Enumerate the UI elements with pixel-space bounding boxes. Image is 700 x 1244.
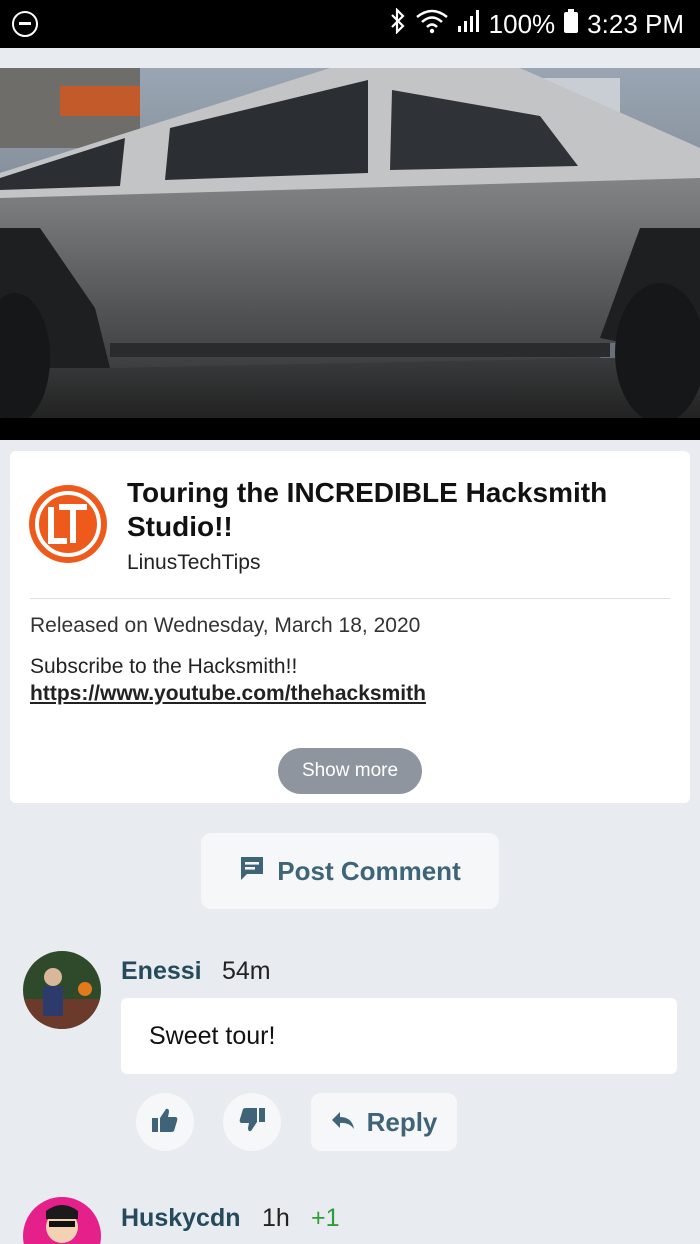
video-player[interactable] bbox=[0, 68, 700, 440]
post-comment-button[interactable]: Post Comment bbox=[201, 833, 499, 909]
battery-icon bbox=[563, 8, 579, 41]
description-link[interactable]: https://www.youtube.com/thehacksmith bbox=[30, 682, 426, 706]
thumbs-down-icon bbox=[238, 1107, 266, 1138]
reply-button[interactable]: Reply bbox=[311, 1093, 457, 1151]
signal-icon bbox=[457, 8, 481, 41]
avatar[interactable] bbox=[23, 1197, 101, 1244]
comment-icon bbox=[239, 855, 265, 888]
comment-score: +1 bbox=[311, 1204, 340, 1232]
channel-name[interactable]: LinusTechTips bbox=[127, 551, 260, 575]
comment-author[interactable]: Huskycdn bbox=[121, 1204, 240, 1233]
release-date: Released on Wednesday, March 18, 2020 bbox=[30, 614, 421, 637]
comment-time: 54m bbox=[222, 957, 271, 985]
status-bar-right: 100% 3:23 PM bbox=[389, 0, 684, 48]
reply-arrow-icon bbox=[331, 1107, 355, 1138]
wifi-icon bbox=[415, 8, 449, 41]
comment-author[interactable]: Enessi bbox=[121, 957, 202, 986]
post-comment-label: Post Comment bbox=[277, 855, 461, 886]
divider bbox=[30, 598, 670, 599]
reply-label: Reply bbox=[366, 1106, 438, 1137]
video-title: Touring the INCREDIBLE Hacksmith Studio!… bbox=[127, 477, 608, 542]
status-bar: 100% 3:23 PM bbox=[0, 0, 700, 48]
downvote-button[interactable] bbox=[223, 1093, 281, 1151]
avatar[interactable] bbox=[23, 951, 101, 1029]
comment-text: Sweet tour! bbox=[121, 998, 677, 1074]
description-text: Subscribe to the Hacksmith!! bbox=[30, 655, 298, 678]
do-not-disturb-icon bbox=[12, 11, 38, 37]
upvote-button[interactable] bbox=[136, 1093, 194, 1151]
video-info-card: Touring the INCREDIBLE Hacksmith Studio!… bbox=[10, 451, 690, 803]
video-thumbnail bbox=[0, 68, 700, 440]
battery-percent: 100% bbox=[488, 8, 556, 39]
channel-logo[interactable] bbox=[29, 485, 107, 563]
show-more-button[interactable]: Show more bbox=[278, 748, 422, 794]
bluetooth-icon bbox=[389, 6, 407, 41]
thumbs-up-icon bbox=[151, 1107, 179, 1138]
clock: 3:23 PM bbox=[587, 8, 684, 39]
comment-time: 1h bbox=[262, 1204, 290, 1232]
